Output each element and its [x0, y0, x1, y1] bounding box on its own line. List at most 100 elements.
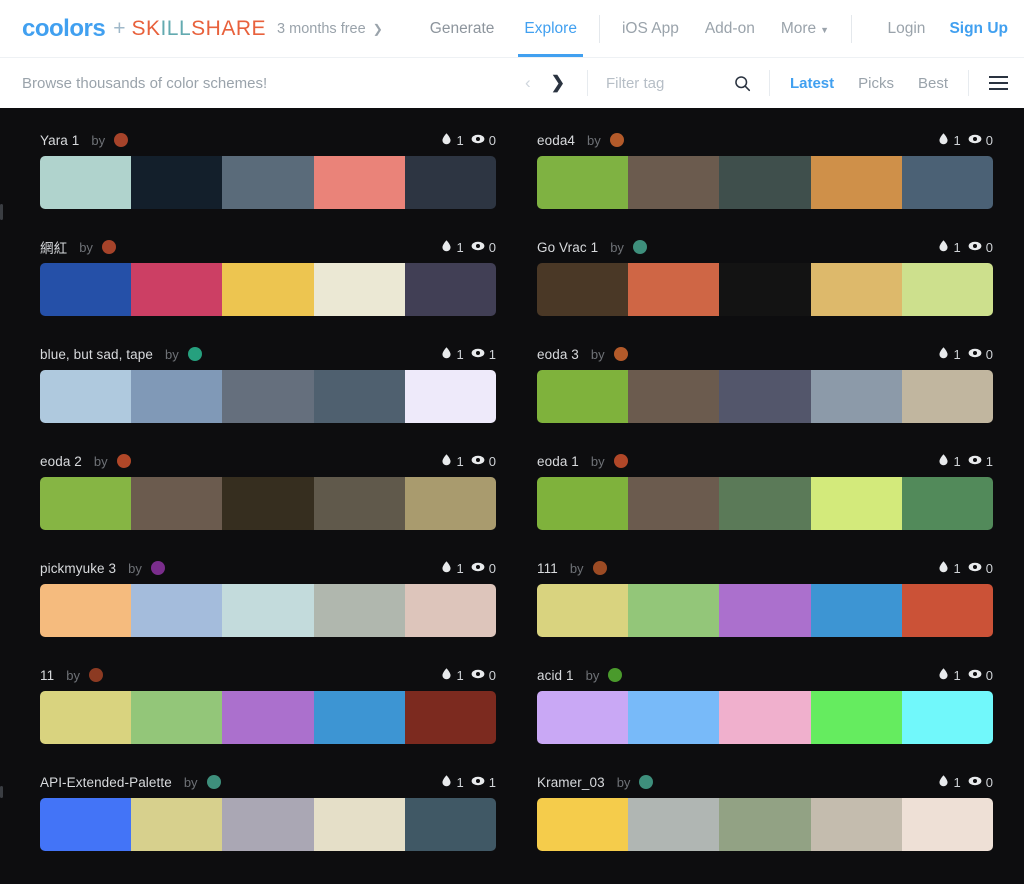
palette-card[interactable]: Kramer_03 by 1 0: [537, 768, 993, 875]
palette-strip[interactable]: [537, 370, 993, 423]
coolors-logo[interactable]: coolors: [22, 15, 106, 43]
palette-swatch[interactable]: [901, 477, 993, 530]
palette-swatch[interactable]: [901, 584, 993, 637]
palette-swatch[interactable]: [901, 370, 993, 423]
palette-swatch[interactable]: [810, 156, 902, 209]
avatar[interactable]: [116, 454, 131, 468]
skillshare-wordmark[interactable]: SKILLSHARE: [131, 17, 266, 41]
sort-tab-latest[interactable]: Latest: [790, 75, 834, 92]
palette-swatch[interactable]: [40, 370, 132, 423]
likes-stat[interactable]: 1: [937, 346, 961, 362]
search-icon[interactable]: [734, 75, 751, 92]
avatar[interactable]: [187, 347, 202, 361]
likes-stat[interactable]: 1: [937, 453, 961, 469]
palette-swatch[interactable]: [131, 370, 223, 423]
palette-swatch[interactable]: [222, 798, 314, 851]
palette-swatch[interactable]: [222, 584, 314, 637]
avatar[interactable]: [150, 561, 165, 575]
palette-swatch[interactable]: [313, 156, 405, 209]
palette-swatch[interactable]: [537, 584, 629, 637]
palette-swatch[interactable]: [313, 798, 405, 851]
palette-swatch[interactable]: [901, 691, 993, 744]
palette-strip[interactable]: [40, 370, 496, 423]
palette-swatch[interactable]: [719, 263, 811, 316]
palette-card[interactable]: eoda 2 by 1 0: [40, 447, 496, 554]
palette-swatch[interactable]: [628, 370, 720, 423]
hamburger-icon[interactable]: [969, 76, 1008, 90]
likes-stat[interactable]: 1: [937, 132, 961, 148]
filter-tag-input[interactable]: [605, 74, 724, 92]
palette-swatch[interactable]: [313, 370, 405, 423]
palette-swatch[interactable]: [313, 477, 405, 530]
sort-tab-picks[interactable]: Picks: [858, 75, 894, 92]
palette-card[interactable]: blue, but sad, tape by 1 1: [40, 340, 496, 447]
palette-swatch[interactable]: [222, 263, 314, 316]
palette-swatch[interactable]: [131, 798, 223, 851]
avatar[interactable]: [206, 775, 221, 789]
palette-card[interactable]: acid 1 by 1 0: [537, 661, 993, 768]
palette-swatch[interactable]: [810, 584, 902, 637]
palette-swatch[interactable]: [537, 691, 629, 744]
likes-stat[interactable]: 1: [440, 346, 464, 362]
palette-swatch[interactable]: [313, 263, 405, 316]
palette-swatch[interactable]: [810, 477, 902, 530]
signup-button[interactable]: Sign Up: [949, 20, 1008, 38]
likes-stat[interactable]: 1: [440, 774, 464, 790]
palette-swatch[interactable]: [628, 798, 720, 851]
palette-swatch[interactable]: [901, 156, 993, 209]
palette-swatch[interactable]: [404, 584, 496, 637]
palette-strip[interactable]: [40, 584, 496, 637]
palette-swatch[interactable]: [404, 477, 496, 530]
palette-strip[interactable]: [537, 691, 993, 744]
palette-swatch[interactable]: [313, 584, 405, 637]
palette-strip[interactable]: [40, 691, 496, 744]
palette-swatch[interactable]: [40, 584, 132, 637]
likes-stat[interactable]: 1: [937, 774, 961, 790]
nav-item-ios-app[interactable]: iOS App: [622, 20, 679, 38]
palette-swatch[interactable]: [222, 156, 314, 209]
palette-swatch[interactable]: [537, 798, 629, 851]
palette-card[interactable]: Go Vrac 1 by 1 0: [537, 233, 993, 340]
palette-swatch[interactable]: [40, 156, 132, 209]
palette-card[interactable]: eoda4 by 1 0: [537, 126, 993, 233]
palette-swatch[interactable]: [40, 263, 132, 316]
avatar[interactable]: [632, 240, 647, 254]
palette-swatch[interactable]: [719, 156, 811, 209]
palette-swatch[interactable]: [404, 370, 496, 423]
palette-strip[interactable]: [537, 263, 993, 316]
avatar[interactable]: [88, 668, 103, 682]
avatar[interactable]: [613, 347, 628, 361]
palette-swatch[interactable]: [719, 477, 811, 530]
avatar[interactable]: [114, 133, 129, 147]
palette-swatch[interactable]: [628, 584, 720, 637]
nav-item-explore[interactable]: Explore: [518, 20, 583, 57]
palette-swatch[interactable]: [901, 263, 993, 316]
palette-swatch[interactable]: [404, 263, 496, 316]
palette-swatch[interactable]: [537, 370, 629, 423]
palette-swatch[interactable]: [131, 691, 223, 744]
palette-swatch[interactable]: [537, 156, 629, 209]
palette-swatch[interactable]: [628, 156, 720, 209]
prev-page-button[interactable]: ‹: [525, 73, 531, 93]
palette-strip[interactable]: [40, 477, 496, 530]
avatar[interactable]: [101, 240, 116, 254]
sort-tab-best[interactable]: Best: [918, 75, 948, 92]
palette-swatch[interactable]: [901, 798, 993, 851]
likes-stat[interactable]: 1: [440, 453, 464, 469]
login-button[interactable]: Login: [888, 20, 926, 38]
nav-item-add-on[interactable]: Add-on: [705, 20, 755, 38]
palette-swatch[interactable]: [404, 691, 496, 744]
palette-swatch[interactable]: [131, 477, 223, 530]
palette-swatch[interactable]: [40, 477, 132, 530]
palette-swatch[interactable]: [40, 691, 132, 744]
palette-strip[interactable]: [537, 798, 993, 851]
palette-swatch[interactable]: [222, 691, 314, 744]
avatar[interactable]: [639, 775, 654, 789]
likes-stat[interactable]: 1: [440, 667, 464, 683]
palette-swatch[interactable]: [131, 156, 223, 209]
palette-swatch[interactable]: [810, 370, 902, 423]
palette-swatch[interactable]: [628, 263, 720, 316]
palette-strip[interactable]: [537, 156, 993, 209]
palette-swatch[interactable]: [628, 691, 720, 744]
palette-card[interactable]: 網紅 by 1 0: [40, 233, 496, 340]
